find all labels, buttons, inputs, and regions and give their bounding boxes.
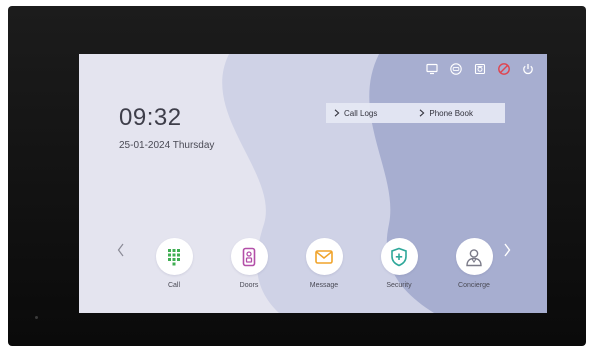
call-label: Call <box>167 282 181 289</box>
doors-label: Doors <box>239 282 259 289</box>
quick-links-bar: Call Logs Phone Book <box>326 103 505 123</box>
message-button[interactable] <box>305 238 343 275</box>
call-button[interactable] <box>155 238 193 275</box>
app-message[interactable]: Message <box>294 238 354 289</box>
call-logs-link[interactable]: Call Logs <box>326 109 377 118</box>
door-station-icon <box>242 247 256 266</box>
chevron-right-icon <box>419 109 425 117</box>
clock-date: 25-01-2024 Thursday <box>119 140 215 151</box>
intercom-device: 09:32 25-01-2024 Thursday Call Logs Phon… <box>8 6 586 346</box>
doors-button[interactable] <box>230 238 268 275</box>
call-logs-label: Call Logs <box>344 108 378 118</box>
record-icon[interactable] <box>449 62 463 76</box>
keypad-icon <box>168 248 180 265</box>
proximity-sensor <box>35 316 38 319</box>
concierge-person-icon <box>466 248 482 266</box>
app-concierge[interactable]: Concierge <box>444 238 504 289</box>
app-call[interactable]: Call <box>144 238 204 289</box>
envelope-icon <box>315 249 333 264</box>
chevron-right-icon <box>334 109 340 117</box>
security-button[interactable] <box>380 238 418 275</box>
previous-page-arrow[interactable] <box>116 242 126 258</box>
shield-plus-icon <box>391 247 407 266</box>
message-label: Message <box>309 282 339 289</box>
app-doors[interactable]: Doors <box>219 238 279 289</box>
alarm-icon[interactable] <box>473 62 487 76</box>
security-label: Security <box>386 282 412 289</box>
app-launcher: Call Doors Message Security Concierge <box>134 238 504 298</box>
status-bar <box>425 62 535 76</box>
clock-time: 09:32 <box>119 104 182 131</box>
power-icon[interactable] <box>521 62 535 76</box>
phone-book-link[interactable]: Phone Book <box>411 109 473 118</box>
app-security[interactable]: Security <box>369 238 429 289</box>
do-not-disturb-icon[interactable] <box>497 62 511 76</box>
touch-screen: 09:32 25-01-2024 Thursday Call Logs Phon… <box>79 54 547 313</box>
concierge-button[interactable] <box>455 238 493 275</box>
phone-book-label: Phone Book <box>429 108 473 118</box>
monitor-icon[interactable] <box>425 62 439 76</box>
concierge-label: Concierge <box>458 282 490 289</box>
